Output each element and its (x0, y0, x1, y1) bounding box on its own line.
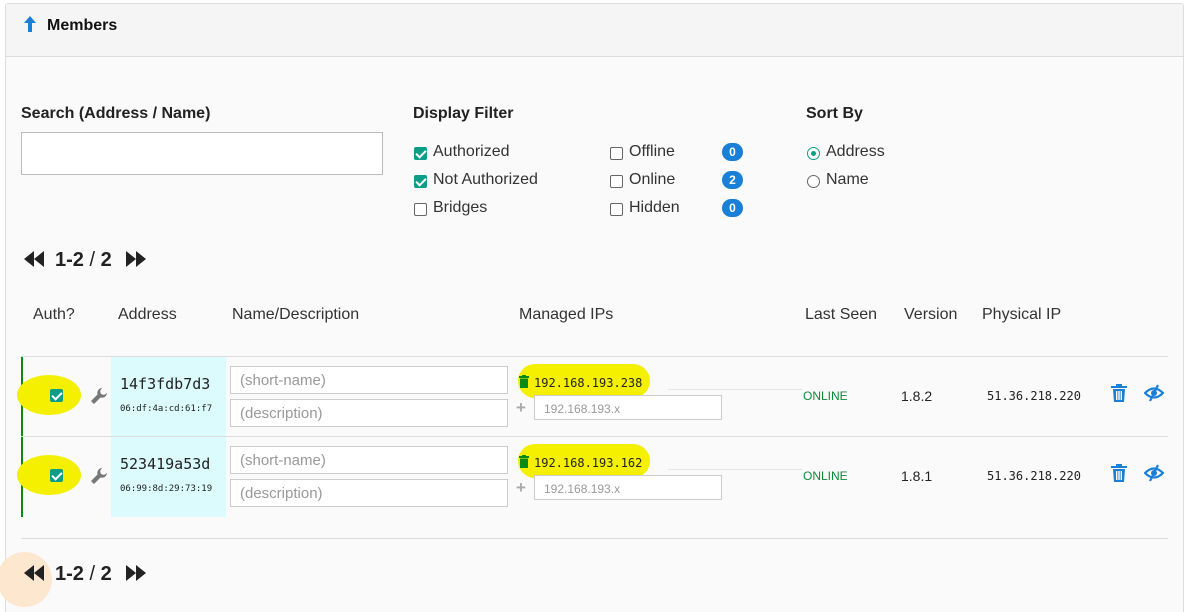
description-input[interactable]: (description) (230, 399, 508, 427)
table-row: 14f3fdb7d3 06:df:4a:cd:61:f7 (short-name… (17, 357, 1168, 437)
highlight-mark (17, 375, 81, 415)
pager-bottom: 1-2 / 2 (55, 563, 112, 586)
online-label: Online (629, 171, 676, 188)
authorize-checkbox[interactable] (50, 389, 63, 402)
panel-header: Members (6, 4, 1183, 57)
pager-sep: / (89, 249, 96, 271)
hide-icon[interactable] (1144, 464, 1164, 482)
new-ip-input[interactable]: 192.168.193.x (534, 395, 722, 420)
search-label: Search (Address / Name) (21, 105, 211, 122)
address-cell: 523419a53d 06:99:8d:29:73:19 (111, 437, 226, 517)
page-next-icon[interactable] (125, 564, 147, 582)
not-authorized-checkbox[interactable] (414, 175, 427, 188)
description-input[interactable]: (description) (230, 479, 508, 507)
short-name-input[interactable]: (short-name) (230, 446, 508, 474)
display-filter-label: Display Filter (413, 105, 514, 122)
offline-checkbox[interactable] (610, 147, 623, 160)
pager-sep: / (89, 563, 96, 585)
member-address[interactable]: 523419a53d (120, 455, 210, 473)
sort-by-label: Sort By (806, 105, 863, 122)
authorized-checkbox[interactable] (414, 147, 427, 160)
search-input[interactable] (21, 132, 383, 175)
member-version: 1.8.2 (901, 388, 933, 404)
pager-total: 2 (100, 249, 112, 271)
row-divider (21, 538, 1168, 539)
hidden-checkbox[interactable] (610, 203, 623, 216)
status-online: ONLINE (803, 469, 848, 483)
pager-range: 1-2 (55, 563, 84, 585)
bridges-label: Bridges (433, 199, 488, 216)
add-ip-icon[interactable]: + (516, 478, 526, 498)
offline-count-badge: 0 (722, 143, 743, 161)
sort-name-radio[interactable] (807, 175, 820, 188)
delete-icon[interactable] (1111, 464, 1127, 482)
managed-ip: 192.168.193.238 (534, 376, 643, 390)
hide-icon[interactable] (1144, 384, 1164, 402)
col-auth: Auth? (33, 306, 75, 323)
pager-top: 1-2 / 2 (55, 249, 112, 272)
trash-icon[interactable] (519, 455, 529, 468)
col-physical-ip: Physical IP (982, 306, 1062, 323)
offline-label: Offline (629, 143, 675, 160)
short-name-input[interactable]: (short-name) (230, 366, 508, 394)
sort-address-radio[interactable] (807, 147, 820, 160)
physical-ip: 51.36.218.220 (987, 389, 1081, 403)
member-version: 1.8.1 (901, 468, 933, 484)
hidden-label: Hidden (629, 199, 680, 216)
page-prev-icon[interactable] (23, 250, 45, 268)
pager-range: 1-2 (55, 249, 84, 271)
member-mac: 06:99:8d:29:73:19 (120, 484, 213, 494)
highlight-mark (17, 455, 81, 495)
member-address[interactable]: 14f3fdb7d3 (120, 375, 210, 393)
col-address: Address (118, 306, 177, 323)
page-next-icon[interactable] (125, 250, 147, 268)
bridges-checkbox[interactable] (414, 203, 427, 216)
physical-ip: 51.36.218.220 (987, 469, 1081, 483)
online-checkbox[interactable] (610, 175, 623, 188)
new-ip-input[interactable]: 192.168.193.x (534, 475, 722, 500)
page-prev-icon[interactable] (23, 564, 45, 582)
online-count-badge: 2 (722, 171, 743, 189)
sort-address-label: Address (826, 143, 885, 160)
wrench-icon[interactable] (90, 467, 108, 485)
col-name-description: Name/Description (232, 306, 360, 323)
hidden-count-badge: 0 (722, 199, 743, 217)
sort-name-label: Name (826, 171, 869, 188)
member-mac: 06:df:4a:cd:61:f7 (120, 404, 213, 414)
ip-divider (668, 469, 803, 470)
authorized-label: Authorized (433, 143, 510, 160)
arrow-up-icon[interactable] (23, 15, 37, 33)
col-managed-ips: Managed IPs (519, 306, 614, 323)
status-online: ONLINE (803, 389, 848, 403)
delete-icon[interactable] (1111, 384, 1127, 402)
trash-icon[interactable] (519, 375, 529, 388)
add-ip-icon[interactable]: + (516, 398, 526, 418)
table-row: 523419a53d 06:99:8d:29:73:19 (short-name… (17, 437, 1168, 517)
col-version: Version (904, 306, 958, 323)
wrench-icon[interactable] (90, 387, 108, 405)
pager-total: 2 (100, 563, 112, 585)
authorize-checkbox[interactable] (50, 469, 63, 482)
managed-ip: 192.168.193.162 (534, 456, 643, 470)
ip-divider (668, 389, 803, 390)
panel-title: Members (47, 17, 118, 34)
col-last-seen: Last Seen (805, 306, 878, 323)
address-cell: 14f3fdb7d3 06:df:4a:cd:61:f7 (111, 357, 226, 437)
not-authorized-label: Not Authorized (433, 171, 538, 188)
